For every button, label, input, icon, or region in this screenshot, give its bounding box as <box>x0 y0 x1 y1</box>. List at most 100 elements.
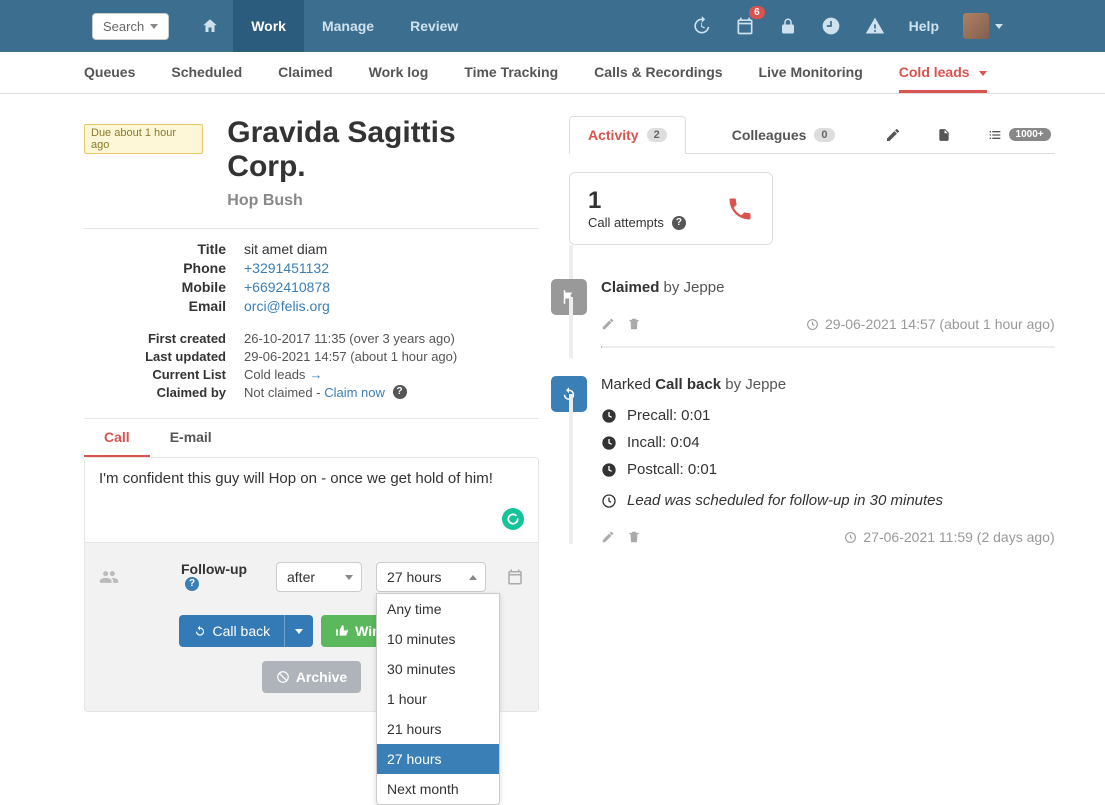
tab-scheduled[interactable]: Scheduled <box>171 64 242 93</box>
tab-claimed[interactable]: Claimed <box>278 64 332 93</box>
followup-option[interactable]: 21 hours <box>377 714 499 744</box>
followup-option[interactable]: 1 hour <box>377 684 499 714</box>
activity-count: 2 <box>647 128 667 142</box>
claim-now-link[interactable]: Claim now <box>324 385 385 400</box>
followup-bar: Follow-up ? after 27 hours Any time 10 m… <box>84 543 539 712</box>
calendar-icon[interactable]: 6 <box>735 16 755 36</box>
lead-title: Gravida Sagittis Corp. <box>227 116 539 184</box>
meta-label-current-list: Current List <box>84 367 244 382</box>
list-icon[interactable]: 1000+ <box>983 117 1055 153</box>
help-icon[interactable]: ? <box>185 577 199 591</box>
help-link[interactable]: Help <box>909 18 939 34</box>
attempts-label-text: Call attempts <box>588 215 664 230</box>
followup-timing-select[interactable]: after <box>276 562 362 592</box>
content: Due about 1 hour ago Gravida Sagittis Co… <box>0 94 1105 712</box>
timestamp-text: 27-06-2021 11:59 (2 days ago) <box>863 529 1054 545</box>
meta-current-list-text: Cold leads <box>244 367 305 382</box>
composer-tab-call[interactable]: Call <box>84 419 150 457</box>
field-phone[interactable]: +3291451132 <box>244 260 329 276</box>
field-label-title: Title <box>84 241 244 257</box>
callback-button[interactable]: Call back <box>179 615 314 647</box>
timestamp-text: 29-06-2021 14:57 (about 1 hour ago) <box>825 316 1055 332</box>
calendar-icon[interactable] <box>506 568 524 586</box>
field-email[interactable]: orci@felis.org <box>244 298 330 314</box>
stat-precall: Precall: 0:01 <box>627 407 710 424</box>
arrow-right-icon[interactable]: → <box>309 367 322 382</box>
grammarly-icon[interactable] <box>502 508 524 530</box>
subnav: Queues Scheduled Claimed Work log Time T… <box>0 52 1105 94</box>
history-icon[interactable] <box>691 16 711 36</box>
followup-duration-select[interactable]: 27 hours Any time 10 minutes 30 minutes … <box>376 562 486 592</box>
reload-icon <box>193 624 207 638</box>
nav-work[interactable]: Work <box>233 0 304 52</box>
timeline-rail <box>569 394 573 544</box>
followup-option[interactable]: 27 hours <box>377 744 499 774</box>
edit-icon[interactable] <box>601 317 615 331</box>
followup-option[interactable]: Any time <box>377 594 499 624</box>
due-badge: Due about 1 hour ago <box>84 124 203 154</box>
meta-current-list: Cold leads → <box>244 367 322 382</box>
trash-icon[interactable] <box>627 317 641 331</box>
trash-icon[interactable] <box>627 530 641 544</box>
archive-button[interactable]: Archive <box>262 661 361 693</box>
search-label: Search <box>103 19 144 34</box>
field-title: sit amet diam <box>244 241 327 257</box>
tab-activity-label: Activity <box>588 127 639 143</box>
search-button[interactable]: Search <box>92 13 169 40</box>
tab-calls[interactable]: Calls & Recordings <box>594 64 722 93</box>
followup-option[interactable]: 10 minutes <box>377 624 499 654</box>
help-icon[interactable]: ? <box>672 216 686 230</box>
attempts-number: 1 <box>588 187 686 215</box>
edit-icon[interactable] <box>601 530 615 544</box>
followup-option[interactable]: 30 minutes <box>377 654 499 684</box>
avatar <box>963 13 989 39</box>
lead-meta: First created26-10-2017 11:35 (over 3 ye… <box>84 331 539 400</box>
caret-down-icon <box>295 629 303 634</box>
caret-down-icon <box>979 71 987 76</box>
tab-time-tracking[interactable]: Time Tracking <box>464 64 558 93</box>
stat-postcall: Postcall: 0:01 <box>627 461 717 478</box>
nav-home[interactable] <box>187 0 233 52</box>
composer-tab-email[interactable]: E-mail <box>150 419 232 457</box>
followup-label: Follow-up ? <box>181 561 262 593</box>
followup-option[interactable]: Next month <box>377 774 499 804</box>
call-attempts-card: 1 Call attempts ? <box>569 172 773 245</box>
timeline-rail <box>569 297 573 358</box>
activity-panel: Activity 2 Colleagues 0 1000+ 1 Call att… <box>569 116 1055 712</box>
lock-icon[interactable] <box>779 17 797 35</box>
clock-icon[interactable] <box>821 16 841 36</box>
tab-cold-leads[interactable]: Cold leads <box>899 64 988 93</box>
tl-prefix: Marked <box>601 376 655 393</box>
timeline-item: Claimed by Jeppe 29-06-2021 14:57 (about… <box>583 279 1055 348</box>
nav-manage[interactable]: Manage <box>304 0 392 52</box>
nav-review[interactable]: Review <box>392 0 476 52</box>
tab-activity[interactable]: Activity 2 <box>569 116 686 154</box>
tab-queues[interactable]: Queues <box>84 64 135 93</box>
field-mobile[interactable]: +6692410878 <box>244 279 330 295</box>
assignees-icon[interactable] <box>99 567 119 587</box>
edit-icon[interactable] <box>881 117 905 153</box>
tab-colleagues[interactable]: Colleagues 0 <box>714 117 853 153</box>
timeline: Claimed by Jeppe 29-06-2021 14:57 (about… <box>569 279 1055 545</box>
warning-icon[interactable] <box>865 16 885 36</box>
tab-live[interactable]: Live Monitoring <box>759 64 863 93</box>
timeline-item: Marked Call back by Jeppe Precall: 0:01 … <box>583 376 1055 545</box>
callback-dropdown-toggle[interactable] <box>285 615 313 647</box>
meta-claimed-by: Not claimed - Claim now ? <box>244 385 407 400</box>
field-label-phone: Phone <box>84 260 244 276</box>
meta-claimed-text: Not claimed - <box>244 385 324 400</box>
tab-work-log[interactable]: Work log <box>369 64 429 93</box>
document-icon[interactable] <box>933 117 955 153</box>
topbar: Search Work Manage Review 6 Help <box>0 0 1105 52</box>
clock-icon <box>844 531 857 544</box>
meta-label-first-created: First created <box>84 331 244 346</box>
user-menu[interactable] <box>963 13 1003 39</box>
clock-solid-icon <box>601 408 617 424</box>
timestamp: 29-06-2021 14:57 (about 1 hour ago) <box>806 316 1055 332</box>
help-icon[interactable]: ? <box>393 385 407 399</box>
attempts-label: Call attempts ? <box>588 215 686 230</box>
caret-down-icon <box>345 575 353 580</box>
note-textarea[interactable]: I'm confident this guy will Hop on - onc… <box>84 457 539 543</box>
lead-subtitle: Hop Bush <box>227 192 539 210</box>
notif-badge: 6 <box>749 6 765 19</box>
